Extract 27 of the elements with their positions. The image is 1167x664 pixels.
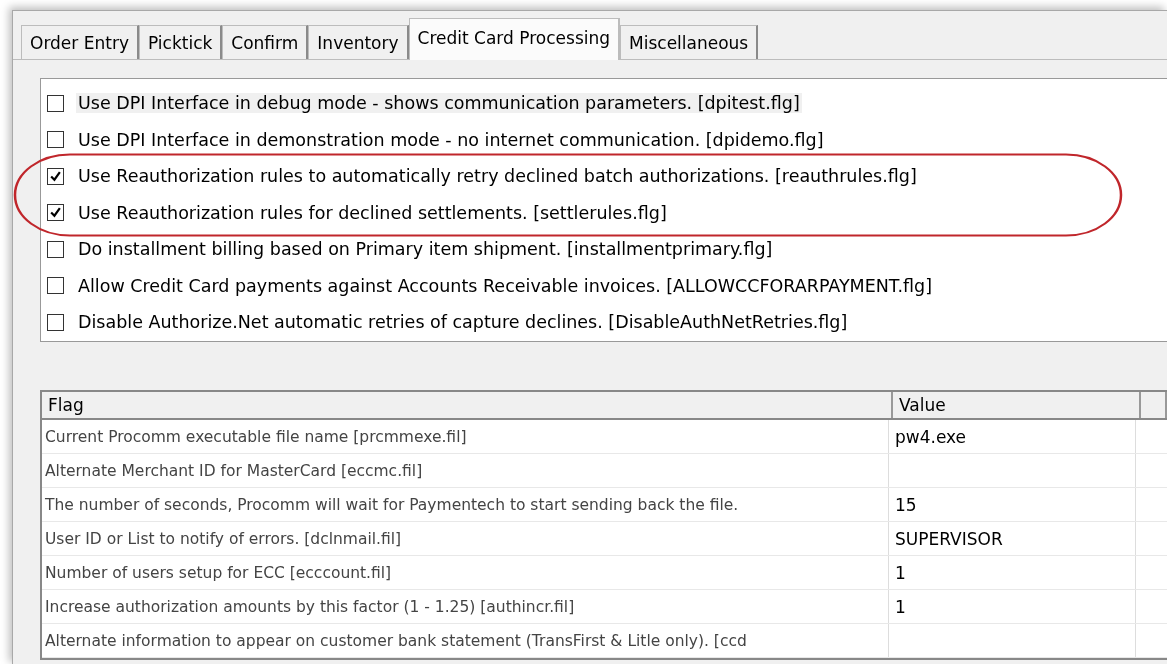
table-cell: User ID or List to notify of errors. [dclnmail.fil] [42, 522, 889, 555]
option-label: Do installment billing based on Primary item shipment. [installmentprimary.flg] [77, 239, 774, 260]
tab[interactable]: Miscellaneous [620, 25, 759, 59]
table-cell: Current Procomm executable file name [prcmmexe.fil] [42, 420, 889, 453]
table-cell: 1 [889, 590, 1136, 623]
option-label: Allow Credit Card payments against Accounts Receivable invoices. [ALLOWCCFORARPAYMENT.flg] [77, 275, 933, 296]
option-label: Use DPI Interface in demonstration mode - no internet communication. [dpidemo.flg] [77, 129, 825, 150]
tab[interactable]: Order Entry [21, 25, 139, 59]
tab[interactable]: Inventory [308, 25, 409, 59]
table-cell: SUPERVISOR [889, 522, 1136, 555]
option-label: Use Reauthorization rules to automatically retry declined batch authorizations. [reauthrules.flg] [77, 166, 918, 187]
column-header[interactable]: Value [893, 392, 1141, 418]
tab[interactable]: Credit Card Processing [408, 18, 621, 60]
table-cell: Alternate information to appear on customer bank statement (TransFirst & Litle only). [ccd [42, 624, 889, 657]
table-cell: Increase authorization amounts by this factor (1 - 1.25) [authincr.fil] [42, 590, 889, 623]
table-cell: 1 [889, 556, 1136, 589]
table-cell: Alternate Merchant ID for MasterCard [eccmc.fil] [42, 454, 889, 487]
column-header[interactable]: Flag [42, 392, 893, 418]
option-label: Disable Authorize.Net automatic retries of capture declines. [DisableAuthNetRetries.flg] [77, 312, 849, 333]
table-cell: 15 [889, 488, 1136, 521]
tab[interactable]: Confirm [222, 25, 309, 59]
tab[interactable]: Picktick [138, 25, 223, 59]
table-cell: The number of seconds, Procomm will wait for Paymentech to start sending back the file. [42, 488, 889, 521]
table-cell: Number of users setup for ECC [ecccount.fil] [42, 556, 889, 589]
option-label: Use DPI Interface in debug mode - shows communication parameters. [dpitest.flg] [76, 93, 802, 114]
option-label: Use Reauthorization rules for declined settlements. [settlerules.flg] [77, 202, 668, 223]
table-cell: pw4.exe [889, 420, 1136, 453]
